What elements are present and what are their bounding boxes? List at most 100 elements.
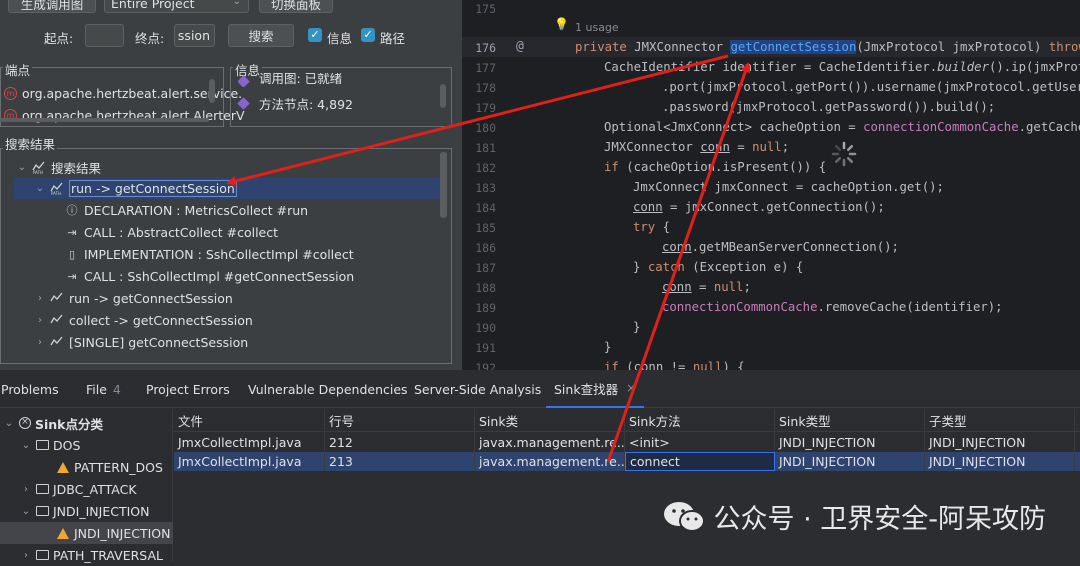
endpoint-item[interactable]: m org.apache.hertzbeat.alert.service. bbox=[4, 82, 242, 104]
table-cell: JNDI_INJECTION bbox=[775, 432, 925, 452]
line-number: 182 bbox=[475, 161, 496, 175]
tab-vulnerable-dependencies[interactable]: Vulnerable Dependencies bbox=[248, 370, 408, 408]
line-number: 189 bbox=[475, 301, 496, 315]
cube-icon bbox=[237, 96, 250, 110]
warning-icon bbox=[57, 527, 69, 539]
code-line: private JMXConnector getConnectSession(J… bbox=[575, 40, 1080, 54]
code-line: } bbox=[633, 320, 641, 334]
tab-server-side-analysis[interactable]: Server-Side Analysis bbox=[414, 370, 541, 408]
tree-node-dos[interactable]: ⌄ DOS bbox=[0, 434, 173, 456]
path-step-label: DECLARATION : MetricsCollect #run bbox=[84, 202, 309, 218]
svg-text:PATH: PATH bbox=[33, 170, 43, 174]
path-node-label: collect -> getConnectSession bbox=[69, 312, 253, 328]
info-line-1: 调用图: 已就绪 bbox=[259, 73, 343, 86]
switch-panel-button[interactable]: 切换面板 bbox=[259, 0, 333, 13]
sink-category-tree: ⌄ × Sink点分类 ⌄ DOS PATTERN_DOS › JDBC_ATT… bbox=[0, 409, 173, 563]
results-scrollbar[interactable] bbox=[440, 152, 447, 218]
tree-root-label: Sink点分类 bbox=[35, 416, 103, 432]
column-header-file[interactable]: 文件 bbox=[174, 409, 325, 431]
tab-problems[interactable]: Problems bbox=[1, 370, 59, 408]
close-icon[interactable]: × bbox=[626, 381, 636, 395]
table-cell-focused: connect bbox=[625, 452, 775, 471]
tree-node-jdbc-attack[interactable]: › JDBC_ATTACK bbox=[0, 478, 173, 500]
code-line: .password(jmxProtocol.getPassword()).bui… bbox=[662, 100, 996, 114]
code-editor[interactable]: 175 💡 1 usage 176 @ private JMXConnector… bbox=[462, 0, 1080, 370]
path-node-expanded[interactable]: ⌄ PATH run -> getConnectSession bbox=[34, 177, 237, 199]
path-node[interactable]: › run -> getConnectSession bbox=[34, 287, 233, 309]
target-icon: × bbox=[19, 417, 31, 429]
path-step-call[interactable]: ⇥ CALL : AbstractCollect #collect bbox=[66, 221, 278, 243]
tree-root[interactable]: ⌄ × Sink点分类 bbox=[0, 412, 173, 434]
info-line-2: 方法节点: 4,892 bbox=[259, 96, 353, 112]
tree-leaf-pattern-dos[interactable]: PATTERN_DOS bbox=[0, 456, 173, 478]
tool-panel: 生成调用图 Entire Project ⌄ 切换面板 起点: 终点: ssio… bbox=[0, 0, 462, 370]
scope-select[interactable]: Entire Project ⌄ bbox=[104, 0, 249, 13]
start-label: 起点: bbox=[44, 31, 74, 46]
usage-hint[interactable]: 1 usage bbox=[575, 21, 619, 34]
code-line: connectionCommonCache.removeCache(identi… bbox=[662, 300, 1003, 314]
line-number: 190 bbox=[475, 321, 496, 335]
sink-results-table: 文件 行号 Sink类 Sink方法 Sink类型 子类型 JmxCollect… bbox=[174, 409, 1080, 562]
search-results-title: 搜索结果 bbox=[3, 134, 58, 153]
table-cell: 213 bbox=[325, 452, 475, 471]
bulb-icon[interactable]: 💡 bbox=[554, 17, 569, 31]
path-icon: PATH bbox=[50, 182, 63, 195]
path-step-implementation[interactable]: ▯ IMPLEMENTATION : SshCollectImpl #colle… bbox=[66, 243, 354, 265]
call-exit-icon: ⇥ bbox=[67, 225, 77, 239]
code-line: conn = null; bbox=[662, 280, 751, 294]
info-checkbox[interactable]: ✓ bbox=[308, 28, 322, 42]
end-input[interactable]: ssion bbox=[174, 24, 215, 47]
chevron-right-icon: › bbox=[38, 314, 42, 326]
search-button[interactable]: 搜索 bbox=[228, 24, 294, 47]
path-step-call[interactable]: ⇥ CALL : SshCollectImpl #getConnectSessi… bbox=[66, 265, 354, 287]
path-node-label: [SINGLE] getConnectSession bbox=[69, 334, 249, 350]
code-line: } bbox=[604, 340, 612, 354]
info-scrollbar[interactable] bbox=[440, 84, 446, 108]
endpoints-hscrollbar[interactable] bbox=[0, 118, 209, 122]
path-icon bbox=[50, 292, 63, 302]
column-header-sink-method[interactable]: Sink方法 bbox=[625, 409, 775, 431]
line-number: 181 bbox=[475, 141, 496, 155]
tab-file[interactable]: File 4 bbox=[86, 370, 121, 408]
tree-node-path-traversal[interactable]: › PATH_TRAVERSAL bbox=[0, 544, 173, 566]
code-line: JMXConnector conn = null; bbox=[604, 140, 790, 154]
tab-label: Project Errors bbox=[146, 381, 230, 397]
tree-node-label: JDBC_ATTACK bbox=[53, 481, 137, 497]
tree-leaf-jndi-injection[interactable]: JNDI_INJECTION bbox=[0, 522, 173, 544]
endpoint-item[interactable]: m org.apache.hertzbeat.alert.AlerterV bbox=[4, 104, 245, 126]
table-row-selected[interactable]: JmxCollectImpl.java 213 javax.management… bbox=[174, 452, 1080, 471]
table-cell: JNDI_INJECTION bbox=[925, 452, 1075, 471]
code-line: conn = jmxConnect.getConnection(); bbox=[633, 200, 885, 214]
module-icon: m bbox=[4, 86, 17, 100]
endpoints-scrollbar[interactable] bbox=[209, 79, 215, 103]
column-header-line[interactable]: 行号 bbox=[325, 409, 475, 431]
info-checkbox-label: 信息 bbox=[327, 31, 353, 46]
tree-node-label: JNDI_INJECTION bbox=[53, 503, 150, 519]
tab-project-errors[interactable]: Project Errors bbox=[146, 370, 230, 408]
table-cell: JNDI_INJECTION bbox=[775, 452, 925, 471]
chevron-down-icon: ⌄ bbox=[21, 439, 31, 451]
tree-node-jndi-injection[interactable]: ⌄ JNDI_INJECTION bbox=[0, 500, 173, 522]
path-node[interactable]: › collect -> getConnectSession bbox=[34, 309, 253, 331]
path-checkbox-label: 路径 bbox=[380, 31, 406, 46]
line-number: 177 bbox=[475, 61, 496, 75]
column-header-sink-class[interactable]: Sink类 bbox=[475, 409, 625, 431]
path-icon bbox=[50, 336, 63, 346]
start-input[interactable] bbox=[85, 24, 124, 47]
code-line: if (conn != null) { bbox=[604, 360, 745, 370]
code-line: Optional<JmxConnect> cacheOption = conne… bbox=[604, 120, 1080, 134]
path-node[interactable]: › [SINGLE] getConnectSession bbox=[34, 331, 248, 353]
line-number: 187 bbox=[475, 261, 496, 275]
tab-sink-finder[interactable]: Sink查找器 × bbox=[546, 370, 645, 408]
line-number: 179 bbox=[475, 101, 496, 115]
line-number: 191 bbox=[475, 341, 496, 355]
cube-icon bbox=[238, 75, 250, 87]
override-gutter-icon[interactable]: @ bbox=[516, 39, 524, 54]
path-step-declaration[interactable]: ⓘ DECLARATION : MetricsCollect #run bbox=[66, 199, 309, 221]
path-checkbox[interactable]: ✓ bbox=[361, 28, 375, 42]
generate-callgraph-button[interactable]: 生成调用图 bbox=[8, 0, 96, 13]
results-root-node[interactable]: ⌄ PATH 搜索结果 bbox=[16, 156, 101, 178]
column-header-sink-type[interactable]: Sink类型 bbox=[775, 409, 925, 431]
column-header-subtype[interactable]: 子类型 bbox=[925, 409, 1075, 431]
path-node-label: run -> getConnectSession bbox=[69, 179, 237, 197]
